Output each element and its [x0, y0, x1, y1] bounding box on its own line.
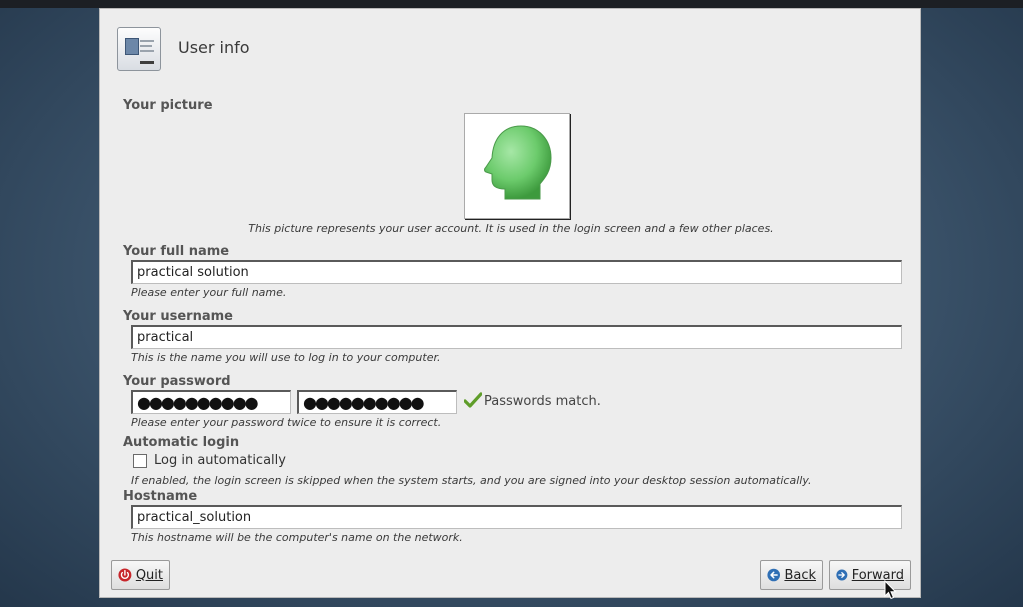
picture-label: Your picture: [123, 98, 213, 113]
password-status: Passwords match.: [484, 394, 601, 409]
hostname-label: Hostname: [123, 489, 198, 504]
hostname-help: This hostname will be the computer's nam…: [131, 531, 463, 544]
full-name-input[interactable]: practical solution: [131, 260, 902, 284]
page-title: User info: [178, 38, 250, 57]
auto-login-label: Automatic login: [123, 435, 240, 450]
auto-login-help: If enabled, the login screen is skipped …: [131, 474, 812, 487]
installer-window: User info Your picture This picture repr…: [99, 8, 921, 598]
user-picture[interactable]: [464, 113, 570, 219]
picture-description: This picture represents your user accoun…: [248, 222, 774, 235]
password-input[interactable]: ●●●●●●●●●●: [131, 390, 291, 414]
arrow-left-icon: [767, 568, 781, 582]
forward-button[interactable]: Forward: [829, 560, 911, 590]
full-name-help: Please enter your full name.: [131, 286, 287, 299]
full-name-label: Your full name: [123, 244, 230, 259]
quit-button-label: Quit: [135, 567, 163, 583]
username-label: Your username: [123, 309, 233, 324]
username-input[interactable]: practical: [131, 325, 902, 349]
username-help: This is the name you will use to log in …: [131, 351, 441, 364]
head-avatar-icon: [484, 125, 552, 200]
auto-login-checkbox[interactable]: [133, 454, 147, 468]
back-button[interactable]: Back: [760, 560, 823, 590]
quit-button[interactable]: Quit: [111, 560, 170, 590]
password-confirm-input[interactable]: ●●●●●●●●●●: [297, 390, 457, 414]
power-icon: [118, 568, 132, 582]
auto-login-checkbox-label[interactable]: Log in automatically: [154, 453, 286, 468]
password-label: Your password: [123, 374, 231, 389]
back-button-label: Back: [784, 567, 816, 583]
checkmark-icon: [464, 392, 482, 408]
top-panel: [0, 0, 1023, 8]
hostname-input[interactable]: practical_solution: [131, 505, 902, 529]
mouse-pointer-icon: [884, 580, 897, 600]
user-card-icon: [117, 27, 161, 71]
arrow-right-icon: [836, 569, 848, 581]
password-help: Please enter your password twice to ensu…: [131, 416, 442, 429]
